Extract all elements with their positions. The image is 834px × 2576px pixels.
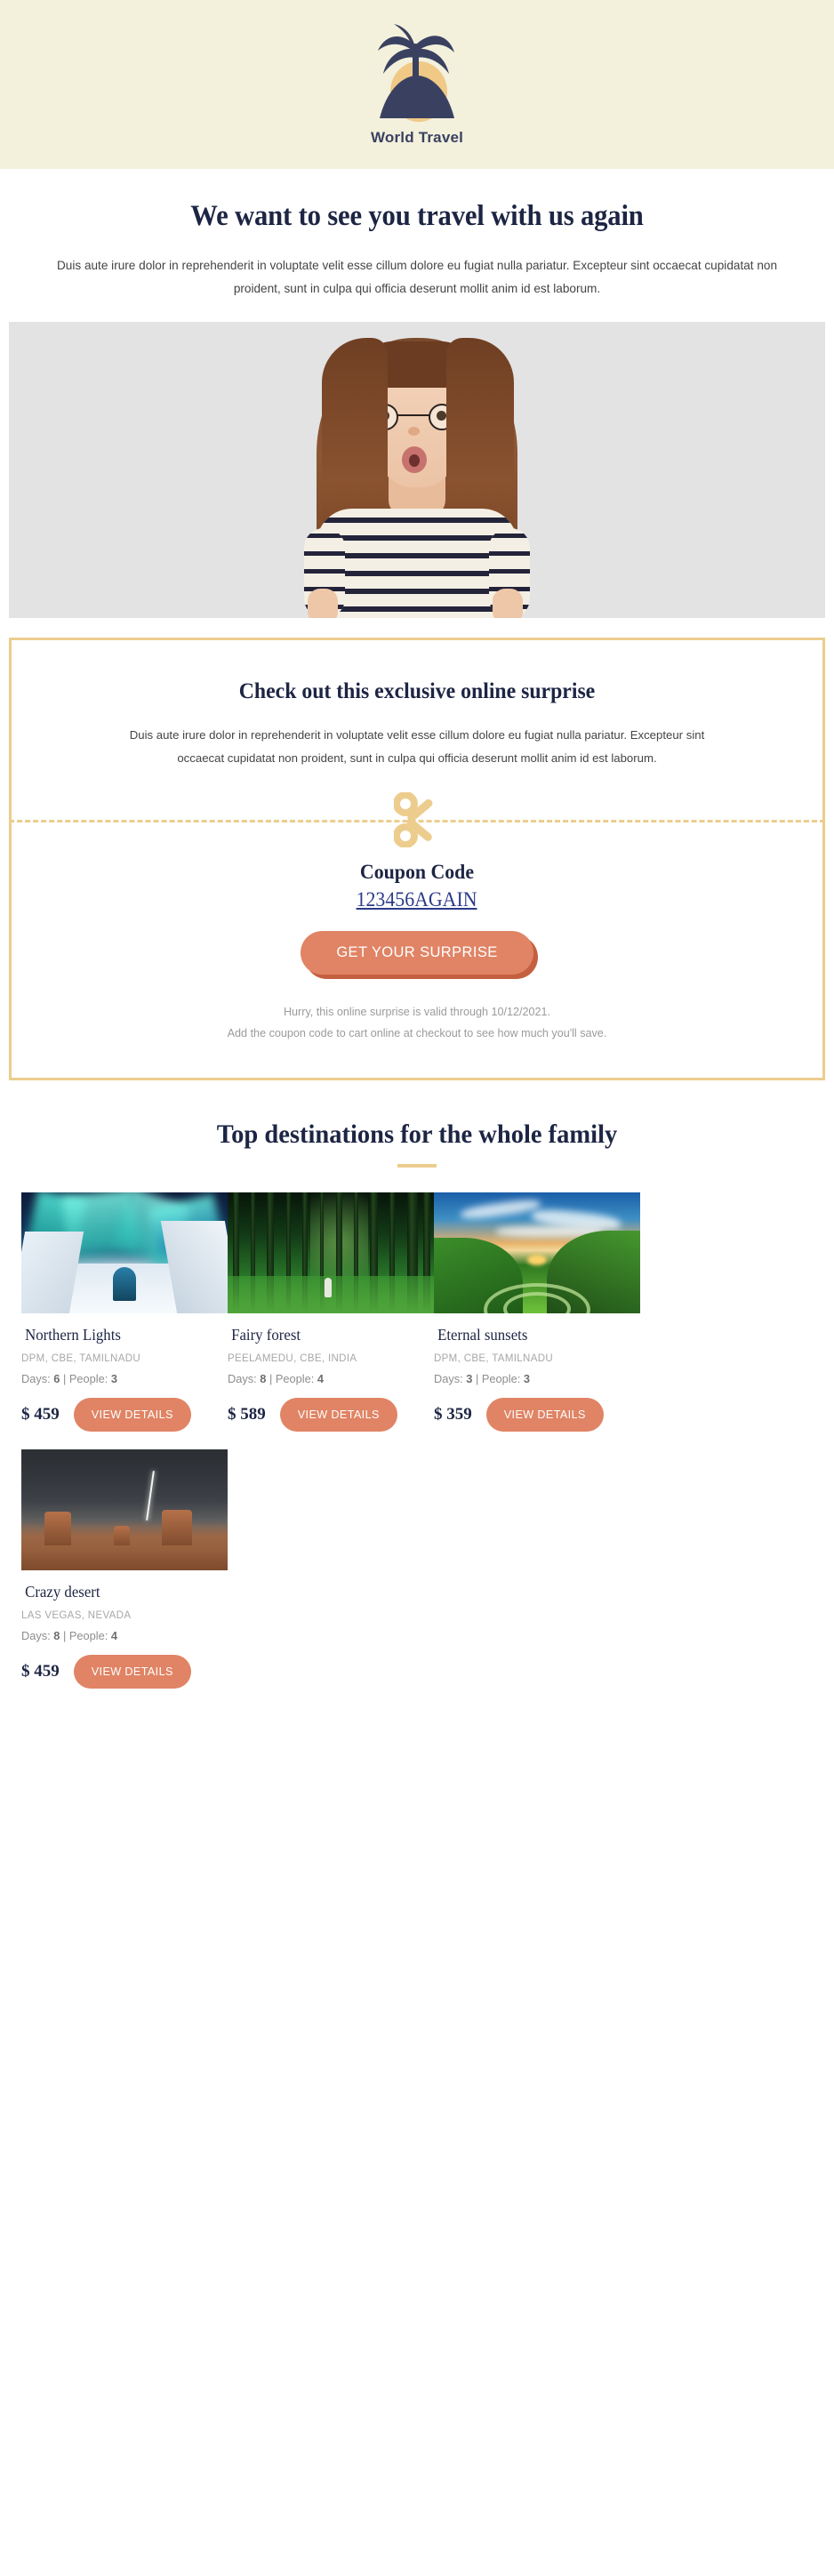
destination-name: Eternal sunsets — [437, 1325, 528, 1344]
brand-name: World Travel — [370, 129, 464, 146]
people-value: 4 — [317, 1371, 324, 1385]
destination-location: DPM, CBE, TAMILNADU — [21, 1352, 141, 1364]
get-your-surprise-button[interactable]: GET YOUR SURPRISE — [301, 930, 533, 975]
destination-meta: Days: 3 | People: 3 — [434, 1372, 617, 1385]
days-label: Days: — [21, 1371, 51, 1385]
destination-name: Fairy forest — [231, 1325, 301, 1344]
coupon-tear-line — [9, 786, 825, 854]
destination-image — [228, 1192, 434, 1313]
palm-tree-island-icon — [364, 22, 470, 127]
days-label: Days: — [434, 1371, 463, 1385]
destination-card[interactable]: Eternal sunsets DPM, CBE, TAMILNADU Days… — [434, 1192, 640, 1449]
intro-paragraph: Duis aute irure dolor in reprehenderit i… — [56, 258, 778, 295]
hero-figure — [270, 322, 564, 618]
destination-location: LAS VEGAS, NEVADA — [21, 1609, 132, 1621]
scissors-icon — [393, 790, 440, 848]
intro-section: We want to see you travel with us again … — [0, 169, 834, 301]
coupon-paragraph: Duis aute irure dolor in reprehenderit i… — [129, 727, 705, 765]
coupon-card: Check out this exclusive online surprise… — [9, 637, 825, 1080]
coupon-code-value[interactable]: 123456AGAIN — [357, 888, 477, 911]
page-title: We want to see you travel with us again — [190, 200, 644, 232]
meta-separator: | — [475, 1371, 479, 1385]
destination-card[interactable]: Crazy desert LAS VEGAS, NEVADA Days: 8 |… — [21, 1448, 228, 1706]
destination-card[interactable]: Northern Lights DPM, CBE, TAMILNADU Days… — [21, 1192, 228, 1449]
destination-name: Crazy desert — [25, 1582, 100, 1601]
coupon-validity-text: Hurry, this online surprise is valid thr… — [283, 1005, 551, 1018]
destination-card-grid: Northern Lights DPM, CBE, TAMILNADU Days… — [0, 1168, 834, 1706]
people-value: 3 — [110, 1371, 117, 1385]
destination-location: DPM, CBE, TAMILNADU — [434, 1352, 554, 1364]
destination-footer: $ 459 VIEW DETAILS — [21, 1397, 204, 1432]
hero-section — [0, 301, 834, 618]
people-label: People: — [481, 1371, 521, 1385]
destination-meta: Days: 8 | People: 4 — [228, 1372, 411, 1385]
view-details-button[interactable]: VIEW DETAILS — [73, 1397, 191, 1432]
view-details-button[interactable]: VIEW DETAILS — [73, 1654, 191, 1689]
destination-price: $ 589 — [228, 1404, 266, 1424]
coupon-section: Check out this exclusive online surprise… — [0, 618, 834, 1080]
destination-footer: $ 589 VIEW DETAILS — [228, 1397, 411, 1432]
coupon-cta-wrap: GET YOUR SURPRISE — [65, 930, 769, 975]
destination-meta: Days: 8 | People: 4 — [21, 1629, 204, 1642]
days-label: Days: — [21, 1628, 51, 1642]
meta-separator: | — [62, 1628, 67, 1642]
days-value: 8 — [260, 1371, 267, 1385]
destination-footer: $ 459 VIEW DETAILS — [21, 1654, 204, 1689]
hero-image — [9, 321, 825, 618]
meta-separator: | — [269, 1371, 273, 1385]
destination-card[interactable]: Fairy forest PEELAMEDU, CBE, INDIA Days:… — [228, 1192, 434, 1449]
days-label: Days: — [228, 1371, 257, 1385]
days-value: 8 — [53, 1628, 60, 1642]
destination-footer: $ 359 VIEW DETAILS — [434, 1397, 617, 1432]
email-header: World Travel — [0, 0, 834, 169]
people-label: People: — [275, 1371, 315, 1385]
days-value: 6 — [53, 1371, 60, 1385]
destination-image — [21, 1448, 228, 1570]
destination-image — [21, 1192, 228, 1313]
destination-price: $ 459 — [21, 1404, 60, 1424]
coupon-code-label: Coupon Code — [359, 860, 475, 883]
view-details-button[interactable]: VIEW DETAILS — [485, 1397, 604, 1432]
destination-meta: Days: 6 | People: 3 — [21, 1372, 204, 1385]
destination-location: PEELAMEDU, CBE, INDIA — [228, 1352, 357, 1364]
destination-price: $ 459 — [21, 1661, 60, 1681]
people-label: People: — [68, 1371, 108, 1385]
destinations-title: Top destinations for the whole family — [216, 1119, 618, 1149]
brand-logo[interactable]: World Travel — [346, 22, 488, 147]
destination-name: Northern Lights — [25, 1325, 121, 1344]
view-details-button[interactable]: VIEW DETAILS — [279, 1397, 397, 1432]
destinations-header: Top destinations for the whole family — [0, 1080, 834, 1168]
coupon-fine-print: Hurry, this online surprise is valid thr… — [65, 1001, 769, 1044]
people-value: 4 — [110, 1628, 117, 1642]
days-value: 3 — [466, 1371, 473, 1385]
people-value: 3 — [523, 1371, 530, 1385]
destination-image — [434, 1192, 640, 1313]
coupon-instructions-text: Add the coupon code to cart online at ch… — [227, 1026, 607, 1039]
destination-price: $ 359 — [434, 1404, 472, 1424]
meta-separator: | — [62, 1371, 67, 1385]
people-label: People: — [68, 1628, 108, 1642]
coupon-title: Check out this exclusive online surprise — [238, 678, 596, 703]
email-page: World Travel We want to see you travel w… — [0, 0, 834, 2576]
